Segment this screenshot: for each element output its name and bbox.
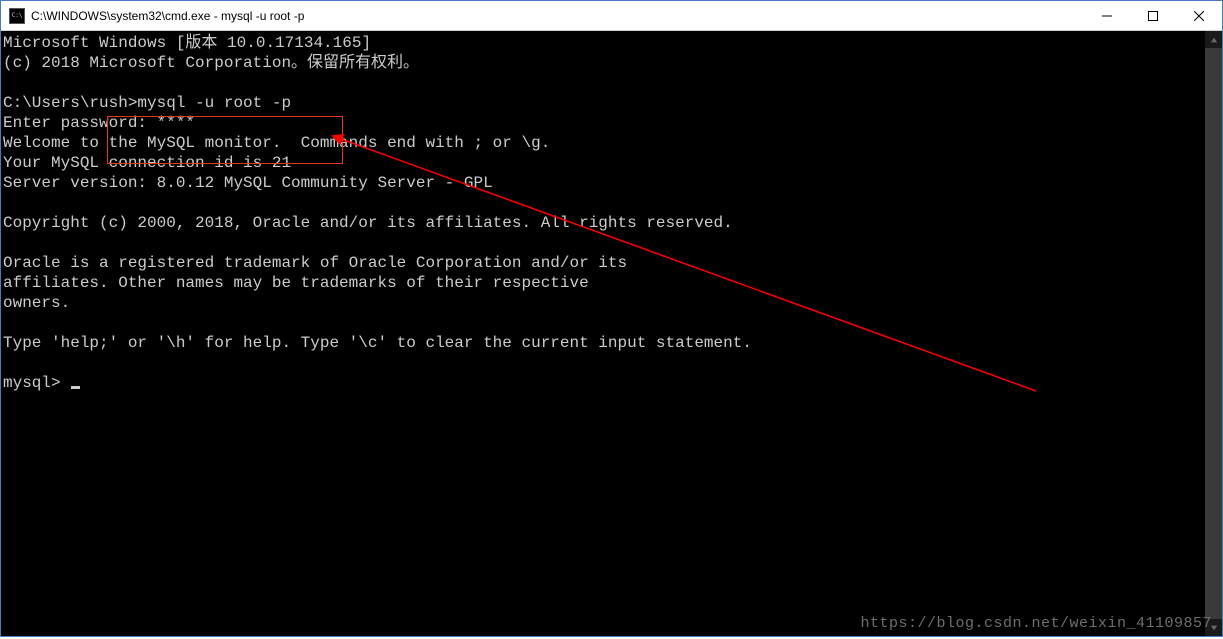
- close-button[interactable]: [1176, 1, 1222, 31]
- terminal-output[interactable]: Microsoft Windows [版本 10.0.17134.165] (c…: [1, 31, 1222, 636]
- window-title: C:\WINDOWS\system32\cmd.exe - mysql -u r…: [31, 9, 1084, 23]
- maximize-button[interactable]: [1130, 1, 1176, 31]
- cmd-window: C:\WINDOWS\system32\cmd.exe - mysql -u r…: [0, 0, 1223, 637]
- window-controls: [1084, 1, 1222, 30]
- watermark-text: https://blog.csdn.net/weixin_41109857: [860, 615, 1212, 632]
- terminal-area: Microsoft Windows [版本 10.0.17134.165] (c…: [1, 31, 1222, 636]
- minimize-button[interactable]: [1084, 1, 1130, 31]
- window-titlebar[interactable]: C:\WINDOWS\system32\cmd.exe - mysql -u r…: [1, 1, 1222, 31]
- scrollbar-thumb[interactable]: [1205, 48, 1222, 619]
- terminal-cursor: [71, 386, 80, 389]
- scrollbar-track[interactable]: [1205, 48, 1222, 619]
- scroll-up-arrow-icon[interactable]: [1205, 31, 1222, 48]
- cmd-icon: [9, 8, 25, 24]
- vertical-scrollbar[interactable]: [1205, 31, 1222, 636]
